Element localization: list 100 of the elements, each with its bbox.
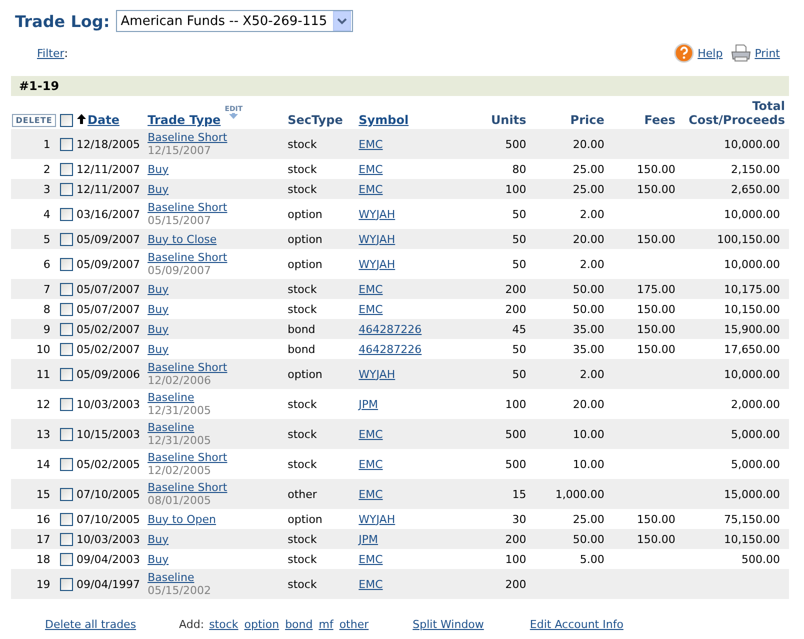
trade-kind-link[interactable]: Baseline	[148, 391, 194, 404]
trade-kind-link[interactable]: Buy	[148, 302, 169, 316]
add-trade-link[interactable]: mf	[318, 618, 334, 631]
row-checkbox[interactable]	[60, 162, 74, 176]
down-arrow-icon	[229, 113, 238, 119]
add-trade-link[interactable]: bond	[285, 618, 313, 631]
ticker-link[interactable]: EMC	[358, 578, 383, 590]
total-cell: 2,650.00	[731, 182, 780, 196]
sectype-cell: stock	[288, 578, 317, 590]
sort-up-arrow-icon[interactable]	[76, 114, 86, 124]
sectype-cell: option	[288, 512, 322, 526]
row-checkbox[interactable]	[60, 232, 74, 246]
trade-date: 07/10/2005	[76, 512, 140, 526]
add-trade-link[interactable]: option	[244, 618, 280, 631]
trade-kind-link[interactable]: Baseline	[148, 421, 194, 434]
add-trade-link[interactable]: stock	[209, 618, 238, 631]
trade-kind-link[interactable]: Buy	[148, 532, 169, 546]
row-number: 16	[36, 512, 50, 526]
ticker-link[interactable]: EMC	[358, 552, 383, 566]
select-all-checkbox[interactable]	[60, 114, 74, 127]
ticker-link[interactable]: EMC	[358, 428, 383, 440]
sectype-cell: bond	[288, 342, 316, 356]
trade-kind-link[interactable]: Baseline Short	[148, 251, 228, 264]
help-icon[interactable]	[674, 43, 694, 63]
row-checkbox[interactable]	[60, 208, 74, 221]
row-checkbox[interactable]	[60, 512, 74, 526]
delete-all-link[interactable]: Delete all trades	[45, 618, 136, 631]
ticker-link[interactable]: EMC	[358, 488, 383, 500]
total-cell: 2,150.00	[731, 162, 780, 176]
trade-kind-link[interactable]: Buy	[148, 162, 169, 176]
trade-kind-link[interactable]: Baseline Short	[148, 451, 228, 464]
trade-date: 05/02/2007	[76, 322, 140, 336]
account-select[interactable]: American Funds -- X50-269-115	[116, 10, 354, 32]
sectype-cell: stock	[288, 282, 317, 296]
column-header-link[interactable]: Symbol	[358, 113, 409, 127]
column-header-link[interactable]: Date	[88, 113, 120, 127]
row-checkbox[interactable]	[60, 342, 74, 356]
printer-icon[interactable]	[730, 43, 751, 63]
trade-kind-link[interactable]: Baseline Short	[148, 481, 228, 494]
fees-cell: 150.00	[636, 322, 676, 336]
column-header-link[interactable]: Trade Type	[148, 113, 221, 127]
price-cell: 25.00	[572, 162, 604, 176]
units-cell: 200	[505, 578, 526, 590]
baseline-date: 12/02/2006	[148, 374, 212, 387]
row-checkbox[interactable]	[60, 182, 74, 196]
ticker-link[interactable]: EMC	[358, 458, 383, 470]
price-cell: 2.00	[580, 208, 604, 220]
ticker-link[interactable]: EMC	[358, 282, 383, 296]
row-checkbox[interactable]	[60, 552, 74, 566]
print-link[interactable]: Print	[754, 46, 780, 60]
trade-date: 05/02/2007	[76, 342, 140, 356]
trade-kind-link[interactable]: Buy	[148, 342, 169, 356]
units-cell: 50	[512, 208, 526, 220]
row-checkbox[interactable]	[60, 578, 74, 591]
ticker-link[interactable]: WYJAH	[358, 512, 396, 526]
trade-kind-link[interactable]: Baseline Short	[148, 201, 228, 214]
trade-kind-link[interactable]: Buy to Open	[148, 512, 216, 526]
ticker-link[interactable]: EMC	[358, 182, 383, 196]
row-checkbox[interactable]	[60, 488, 74, 501]
ticker-link[interactable]: JPM	[358, 398, 378, 410]
row-checkbox[interactable]	[60, 138, 74, 151]
row-checkbox[interactable]	[60, 532, 74, 546]
ticker-link[interactable]: EMC	[358, 138, 383, 150]
row-checkbox[interactable]	[60, 258, 74, 271]
ticker-link[interactable]: 464287226	[358, 342, 422, 356]
filter-colon: :	[64, 46, 68, 60]
ticker-link[interactable]: EMC	[358, 302, 383, 316]
trade-kind-link[interactable]: Baseline	[148, 571, 194, 584]
add-trade-link[interactable]: other	[339, 618, 369, 631]
total-cell: 2,000.00	[731, 398, 780, 410]
price-cell: 1,000.00	[555, 488, 604, 500]
edit-account-link[interactable]: Edit Account Info	[530, 618, 624, 631]
row-number: 15	[36, 488, 50, 500]
ticker-link[interactable]: EMC	[358, 162, 383, 176]
filter-link[interactable]: Filter	[37, 46, 64, 60]
trade-kind-link[interactable]: Baseline Short	[148, 131, 228, 144]
help-link[interactable]: Help	[698, 46, 723, 60]
ticker-link[interactable]: JPM	[358, 532, 378, 546]
row-checkbox[interactable]	[60, 398, 74, 411]
trade-kind-link[interactable]: Buy	[148, 322, 169, 336]
trade-kind-link[interactable]: Buy	[148, 552, 169, 566]
ticker-link[interactable]: WYJAH	[358, 258, 396, 270]
row-checkbox[interactable]	[60, 458, 74, 471]
trade-kind-link[interactable]: Buy	[148, 182, 169, 196]
delete-button[interactable]: DELETE	[12, 114, 56, 127]
row-number: 5	[43, 232, 50, 246]
ticker-link[interactable]: WYJAH	[358, 208, 396, 220]
trade-kind-link[interactable]: Baseline Short	[148, 361, 228, 374]
fees-cell: 150.00	[636, 302, 676, 316]
split-window-link[interactable]: Split Window	[412, 618, 484, 631]
row-checkbox[interactable]	[60, 428, 74, 441]
trade-kind-link[interactable]: Buy	[148, 282, 169, 296]
row-checkbox[interactable]	[60, 282, 74, 296]
ticker-link[interactable]: WYJAH	[358, 368, 396, 380]
row-checkbox[interactable]	[60, 322, 74, 336]
row-number: 7	[43, 282, 50, 296]
trade-date: 03/16/2007	[76, 208, 140, 220]
row-checkbox[interactable]	[60, 302, 74, 316]
row-checkbox[interactable]	[60, 368, 74, 381]
row-number: 10	[36, 342, 50, 356]
